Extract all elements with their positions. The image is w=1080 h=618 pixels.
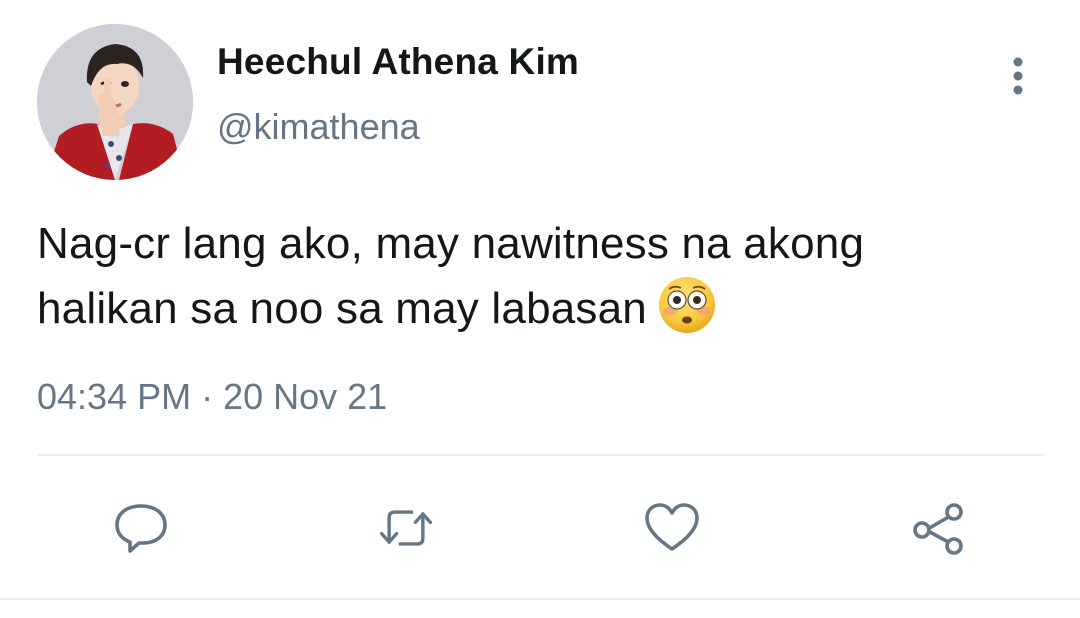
avatar[interactable] bbox=[37, 24, 193, 180]
share-button[interactable] bbox=[908, 498, 968, 558]
avatar-image bbox=[37, 24, 193, 180]
retweet-button[interactable] bbox=[376, 498, 436, 558]
tweet-card: Heechul Athena Kim @kimathena Nag-cr lan… bbox=[0, 0, 1080, 618]
tweet-timestamp[interactable]: 04:34 PM · 20 Nov 21 bbox=[37, 376, 387, 418]
divider-bottom bbox=[0, 598, 1080, 600]
tweet-text-line-2-text: halikan sa noo sa may labasan bbox=[37, 284, 647, 333]
tweet-text: Nag-cr lang ako, may nawitness na akong … bbox=[37, 212, 1047, 340]
heart-icon bbox=[645, 503, 699, 551]
tweet-text-line-1: Nag-cr lang ako, may nawitness na akong bbox=[37, 219, 865, 268]
divider bbox=[37, 454, 1044, 456]
retweet-icon bbox=[379, 510, 433, 546]
reply-button[interactable] bbox=[111, 498, 171, 558]
display-name[interactable]: Heechul Athena Kim bbox=[217, 41, 579, 83]
share-icon bbox=[913, 503, 963, 555]
more-options-button[interactable] bbox=[998, 52, 1038, 100]
user-handle[interactable]: @kimathena bbox=[217, 106, 420, 148]
flushed-face-icon bbox=[658, 277, 715, 333]
reply-icon bbox=[115, 504, 167, 553]
like-button[interactable] bbox=[642, 498, 702, 558]
tweet-text-line-2: halikan sa noo sa may labasan bbox=[37, 275, 1047, 340]
more-vertical-icon bbox=[1013, 57, 1023, 95]
